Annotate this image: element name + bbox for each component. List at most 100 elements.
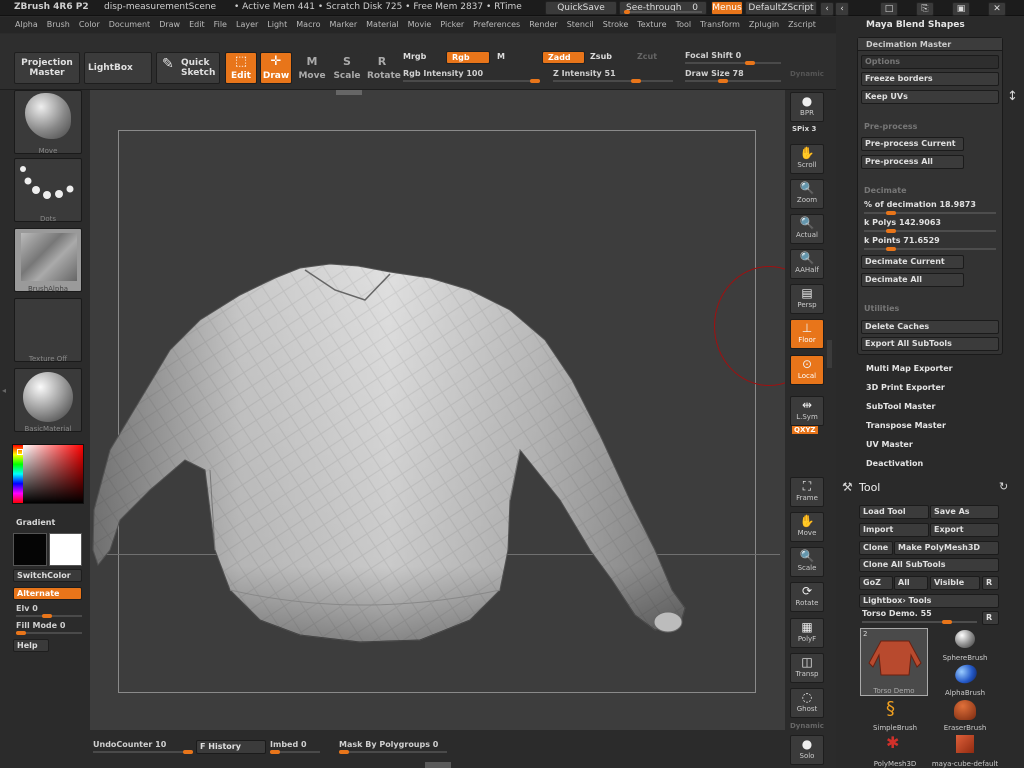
persp-button[interactable]: ▤ Persp xyxy=(790,284,824,314)
polyf-button[interactable]: ▦ PolyF xyxy=(790,618,824,648)
tool-thumb-maya-cube[interactable]: maya-cube-default xyxy=(930,733,1000,768)
menu-zplugin[interactable]: Zplugin xyxy=(749,17,779,29)
save-as-button[interactable]: Save As xyxy=(930,505,999,519)
goz-button[interactable]: GoZ xyxy=(859,576,893,590)
ghost-button[interactable]: ◌ Ghost xyxy=(790,688,824,718)
dynamic-toggle[interactable]: Dynamic xyxy=(790,722,824,730)
f-history-button[interactable]: F History xyxy=(196,740,266,754)
plugin-transpose-master[interactable]: Transpose Master xyxy=(866,421,946,430)
menu-color[interactable]: Color xyxy=(79,17,100,29)
maximize-icon[interactable]: ▣ xyxy=(952,2,970,16)
menu-zscript[interactable]: Zscript xyxy=(788,17,816,29)
decimation-percent-slider[interactable]: % of decimation 18.9873 xyxy=(861,200,999,215)
menu-movie[interactable]: Movie xyxy=(408,17,432,29)
menu-stroke[interactable]: Stroke xyxy=(603,17,629,29)
menu-material[interactable]: Material xyxy=(366,17,399,29)
bottom-scroll-handle[interactable] xyxy=(425,762,451,768)
plugin-uv-master[interactable]: UV Master xyxy=(866,440,913,449)
aahalf-button[interactable]: 🔍 AAHalf xyxy=(790,249,824,279)
menu-brush[interactable]: Brush xyxy=(47,17,70,29)
texture-selector[interactable]: Texture Off xyxy=(14,298,82,363)
zoom-button[interactable]: 🔍 Zoom xyxy=(790,179,824,209)
dynamic-toggle[interactable]: Dynamic xyxy=(790,70,824,78)
left-collapse-arrow-icon[interactable]: ◂ xyxy=(2,386,6,395)
imbed-slider[interactable]: Imbed 0 xyxy=(270,740,320,754)
see-through-slider[interactable]: See-through 0 xyxy=(619,1,707,15)
goz-all-button[interactable]: All xyxy=(894,576,928,590)
right-shelf-collapse-handle[interactable] xyxy=(827,340,832,368)
tool-thumb-torso-demo[interactable]: 2 Torso Demo xyxy=(860,628,928,696)
scale-mode-button[interactable]: S Scale xyxy=(331,52,363,84)
fill-mode-slider[interactable]: Fill Mode 0 xyxy=(16,621,82,635)
transp-button[interactable]: ◫ Transp xyxy=(790,653,824,683)
goz-visible-button[interactable]: Visible xyxy=(930,576,980,590)
move-button[interactable]: ✋ Move xyxy=(790,512,824,542)
close-icon[interactable]: ✕ xyxy=(988,2,1006,16)
lightbox-tools-button[interactable]: Lightbox› Tools xyxy=(859,594,999,608)
brush-selector[interactable]: Move xyxy=(14,90,82,155)
floor-button[interactable]: ⊥ Floor xyxy=(790,319,824,349)
elv-slider[interactable]: Elv 0 xyxy=(16,604,82,618)
zadd-toggle[interactable]: Zadd xyxy=(542,51,585,64)
scroll-button[interactable]: ✋ Scroll xyxy=(790,144,824,174)
alpha-selector[interactable]: BrushAlpha xyxy=(14,228,82,293)
torso-model[interactable] xyxy=(90,250,785,650)
current-tool-r-button[interactable]: R xyxy=(982,611,999,625)
goz-r-button[interactable]: R xyxy=(982,576,999,590)
current-tool-slider[interactable]: Torso Demo. 55 xyxy=(859,609,980,624)
z-intensity-slider[interactable]: Z Intensity 51 xyxy=(553,69,673,83)
maya-blend-shapes-menu[interactable]: Maya Blend Shapes xyxy=(866,20,965,30)
zcut-toggle[interactable]: Zcut xyxy=(637,52,657,61)
preprocess-current-button[interactable]: Pre-process Current xyxy=(861,137,964,151)
canvas-scroll-handle[interactable] xyxy=(336,90,362,95)
quick-sketch-button[interactable]: ✎ Quick Sketch xyxy=(156,52,220,84)
tool-thumb-simplebrush[interactable]: § SimpleBrush xyxy=(860,698,930,732)
menu-stencil[interactable]: Stencil xyxy=(567,17,594,29)
default-zscript-button[interactable]: DefaultZScript xyxy=(745,1,817,15)
menu-tool[interactable]: Tool xyxy=(676,17,692,29)
material-selector[interactable]: BasicMaterial xyxy=(14,368,82,433)
freeze-borders-toggle[interactable]: Freeze borders xyxy=(861,72,999,86)
menu-draw[interactable]: Draw xyxy=(159,17,180,29)
plugin-deactivation[interactable]: Deactivation xyxy=(866,459,923,468)
menu-document[interactable]: Document xyxy=(109,17,150,29)
menu-transform[interactable]: Transform xyxy=(700,17,740,29)
undo-counter-slider[interactable]: UndoCounter 10 xyxy=(93,740,193,754)
menu-alpha[interactable]: Alpha xyxy=(15,17,38,29)
mask-by-polygroups-slider[interactable]: Mask By Polygroups 0 xyxy=(339,740,447,754)
tool-thumb-spherebrush[interactable]: SphereBrush xyxy=(930,628,1000,662)
tool-palette-header[interactable]: ⚒ Tool ↻ xyxy=(840,480,1024,496)
tool-thumb-alphabrush[interactable]: AlphaBrush xyxy=(930,661,1000,697)
restore-icon[interactable]: □ xyxy=(880,2,898,16)
delete-caches-button[interactable]: Delete Caches xyxy=(861,320,999,334)
menu-file[interactable]: File xyxy=(214,17,227,29)
actual-button[interactable]: 🔍 Actual xyxy=(790,214,824,244)
menu-marker[interactable]: Marker xyxy=(329,17,357,29)
move-mode-button[interactable]: M Move xyxy=(296,52,328,84)
menu-edit[interactable]: Edit xyxy=(189,17,205,29)
rgb-intensity-slider[interactable]: Rgb Intensity 100 xyxy=(403,69,540,83)
gradient-label[interactable]: Gradient xyxy=(16,518,55,527)
plugin-3d-print-exporter[interactable]: 3D Print Exporter xyxy=(866,383,945,392)
rgb-toggle[interactable]: Rgb xyxy=(446,51,490,64)
frame-button[interactable]: ⛶ Frame xyxy=(790,477,824,507)
clone-button[interactable]: Clone xyxy=(859,541,893,555)
spix-toggle[interactable]: SPix 3 xyxy=(792,125,816,133)
rotate-button[interactable]: ⟳ Rotate xyxy=(790,582,824,612)
draw-size-slider[interactable]: Draw Size 78 xyxy=(685,69,781,83)
switchcolor-button[interactable]: SwitchColor xyxy=(13,569,82,582)
local-button[interactable]: ⊙ Local xyxy=(790,355,824,385)
focal-shift-slider[interactable]: Focal Shift 0 xyxy=(685,51,781,65)
solo-button[interactable]: ● Solo xyxy=(790,735,824,765)
m-toggle[interactable]: M xyxy=(497,52,505,61)
make-polymesh3d-button[interactable]: Make PolyMesh3D xyxy=(894,541,999,555)
decimate-current-button[interactable]: Decimate Current xyxy=(861,255,964,269)
saturation-square[interactable] xyxy=(23,445,83,503)
lightbox-button[interactable]: LightBox xyxy=(84,52,152,84)
refresh-icon[interactable]: ↻ xyxy=(999,480,1008,493)
xyz-toggle[interactable]: QXYZ xyxy=(792,426,818,434)
secondary-color-swatch[interactable] xyxy=(49,533,82,566)
color-picker[interactable] xyxy=(12,444,84,504)
help-button[interactable]: Help xyxy=(13,639,49,652)
menu-preferences[interactable]: Preferences xyxy=(473,17,520,29)
